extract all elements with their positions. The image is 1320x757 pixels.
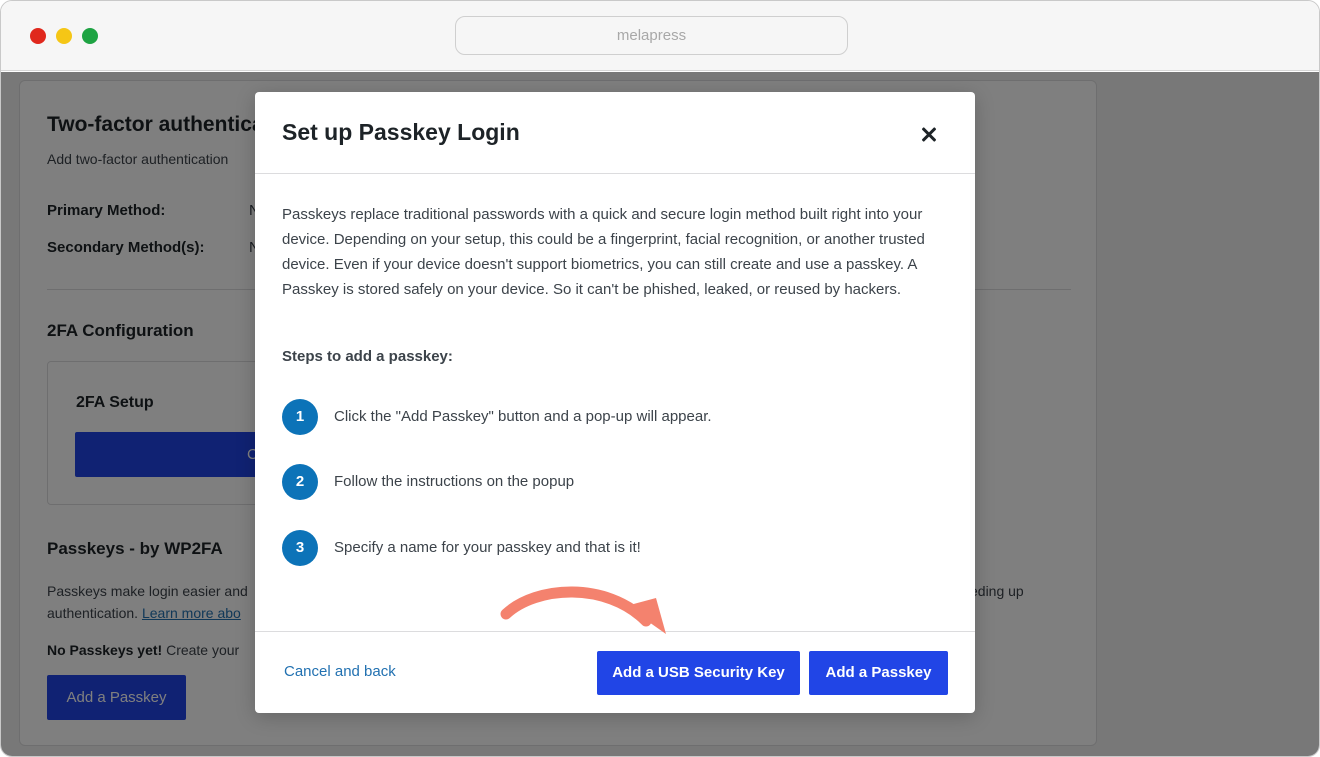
- step-text: Click the "Add Passkey" button and a pop…: [334, 408, 712, 425]
- browser-window: melapress Two-factor authentication Add …: [0, 0, 1320, 757]
- maximize-window-button[interactable]: [82, 28, 98, 44]
- add-passkey-button[interactable]: Add a Passkey: [809, 651, 948, 695]
- modal-intro: Passkeys replace traditional passwords w…: [282, 206, 925, 298]
- minimize-window-button[interactable]: [56, 28, 72, 44]
- close-icon[interactable]: [917, 122, 941, 146]
- modal-title: Set up Passkey Login: [282, 119, 520, 145]
- modal-header: Set up Passkey Login: [255, 92, 975, 174]
- title-bar: melapress: [1, 1, 1319, 71]
- steps-heading: Steps to add a passkey:: [282, 348, 453, 365]
- address-bar[interactable]: melapress: [455, 16, 848, 55]
- step-number-badge: 3: [282, 530, 318, 566]
- step-number-badge: 2: [282, 464, 318, 500]
- cancel-and-back-link[interactable]: Cancel and back: [284, 663, 396, 680]
- step-text: Specify a name for your passkey and that…: [334, 539, 641, 556]
- step-text: Follow the instructions on the popup: [334, 473, 575, 490]
- close-window-button[interactable]: [30, 28, 46, 44]
- step-number-badge: 1: [282, 399, 318, 435]
- add-usb-security-key-button[interactable]: Add a USB Security Key: [597, 651, 800, 695]
- annotation-arrow-icon: [500, 586, 666, 634]
